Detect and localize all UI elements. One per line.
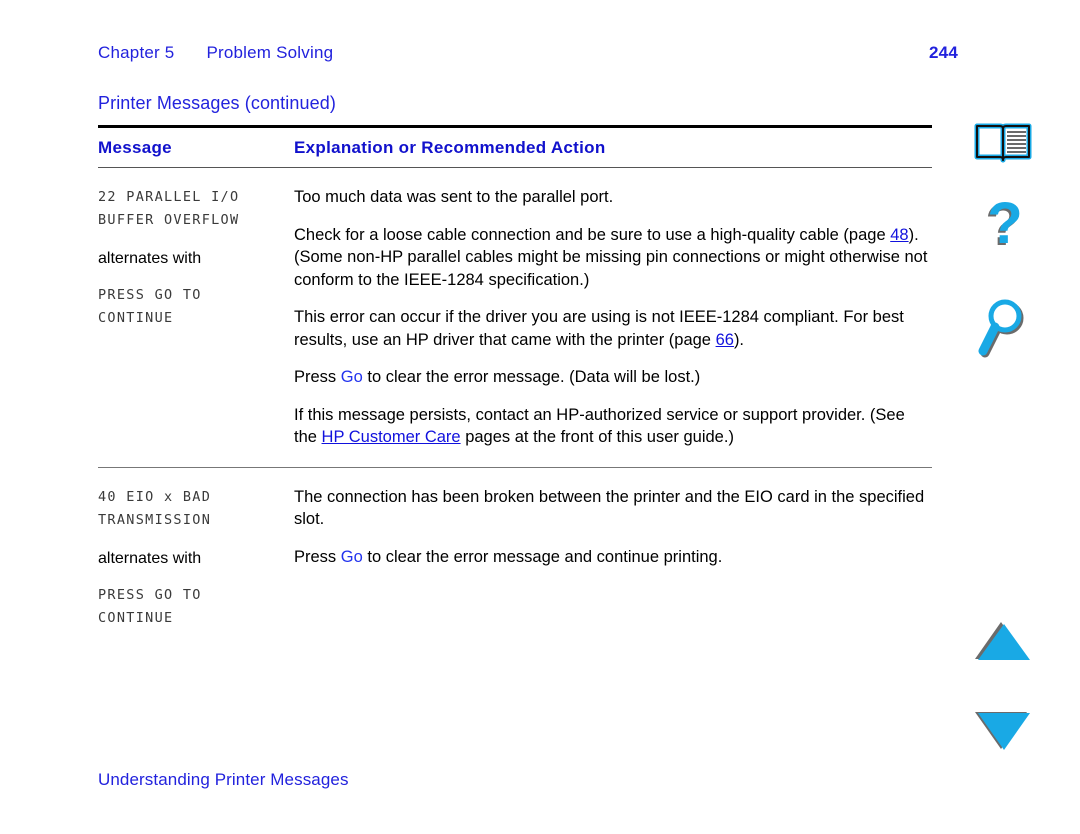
explanation-paragraph: If this message persists, contact an HP-… bbox=[294, 404, 932, 449]
explanation-paragraph: Press Go to clear the error message. (Da… bbox=[294, 366, 932, 389]
paragraph-text: to clear the error message. (Data will b… bbox=[362, 368, 701, 386]
document-page: Chapter 5 Problem Solving 244 Printer Me… bbox=[0, 0, 1080, 834]
explanation-cell: The connection has been broken between t… bbox=[294, 486, 932, 630]
paragraph-text: Press bbox=[294, 368, 341, 386]
paragraph-text: This error can occur if the driver you a… bbox=[294, 308, 904, 349]
printer-message-primary: 40 EIO x BAD TRANSMISSION bbox=[98, 488, 212, 528]
explanation-cell: Too much data was sent to the parallel p… bbox=[294, 186, 932, 449]
paragraph-text: Too much data was sent to the parallel p… bbox=[294, 188, 614, 206]
footer-section-link[interactable]: Understanding Printer Messages bbox=[98, 770, 349, 790]
cross-reference-link[interactable]: 48 bbox=[890, 226, 908, 244]
cross-reference-link[interactable]: HP Customer Care bbox=[322, 428, 461, 446]
table-row: 40 EIO x BAD TRANSMISSION alternates wit… bbox=[98, 468, 932, 648]
alternates-with-label: alternates with bbox=[98, 250, 202, 267]
explanation-paragraph: Press Go to clear the error message and … bbox=[294, 546, 932, 569]
column-header-explanation: Explanation or Recommended Action bbox=[294, 138, 606, 157]
control-panel-key-label: Go bbox=[340, 368, 363, 386]
navigation-rail: ? ? bbox=[955, 0, 1080, 834]
paragraph-text: Check for a loose cable connection and b… bbox=[294, 225, 891, 244]
printer-message-primary: 22 PARALLEL I/O BUFFER OVERFLOW bbox=[98, 189, 240, 228]
printer-message-secondary: PRESS GO TO CONTINUE bbox=[98, 586, 202, 626]
triangle-down-icon[interactable] bbox=[955, 706, 1051, 756]
triangle-up-icon[interactable] bbox=[955, 616, 1051, 666]
table-row: 22 PARALLEL I/O BUFFER OVERFLOW alternat… bbox=[98, 168, 932, 467]
chapter-title: Problem Solving bbox=[206, 43, 334, 62]
svg-text:?: ? bbox=[987, 199, 1022, 256]
paragraph-text: pages at the front of this user guide.) bbox=[460, 428, 734, 446]
page-number: 244 bbox=[929, 43, 958, 62]
cross-reference-link[interactable]: 66 bbox=[716, 331, 734, 349]
table-header-row: Message Explanation or Recommended Actio… bbox=[98, 128, 932, 167]
printer-messages-table: Message Explanation or Recommended Actio… bbox=[98, 125, 932, 648]
alternates-with-label: alternates with bbox=[98, 549, 202, 567]
paragraph-text: to clear the error message and continue … bbox=[362, 547, 723, 566]
explanation-paragraph: Check for a loose cable connection and b… bbox=[294, 224, 932, 292]
paragraph-text: Press bbox=[294, 547, 341, 566]
explanation-paragraph: Too much data was sent to the parallel p… bbox=[294, 186, 932, 209]
message-cell: 40 EIO x BAD TRANSMISSION alternates wit… bbox=[98, 486, 294, 630]
column-header-message: Message bbox=[98, 138, 172, 157]
open-book-icon[interactable] bbox=[955, 116, 1051, 172]
question-mark-icon[interactable]: ? ? bbox=[955, 196, 1051, 268]
chapter-label: Chapter 5 bbox=[98, 43, 175, 62]
running-header: Chapter 5 Problem Solving 244 bbox=[98, 43, 958, 67]
explanation-paragraph: The connection has been broken between t… bbox=[294, 486, 932, 531]
paragraph-text: The connection has been broken between t… bbox=[294, 487, 925, 529]
control-panel-key-label: Go bbox=[340, 547, 363, 566]
printer-message-secondary: PRESS GO TO CONTINUE bbox=[98, 287, 202, 326]
table-title: Printer Messages (continued) bbox=[98, 93, 336, 113]
explanation-paragraph: This error can occur if the driver you a… bbox=[294, 306, 932, 351]
message-cell: 22 PARALLEL I/O BUFFER OVERFLOW alternat… bbox=[98, 186, 294, 449]
paragraph-text: ). bbox=[733, 330, 745, 349]
magnifying-glass-icon[interactable] bbox=[955, 294, 1051, 366]
